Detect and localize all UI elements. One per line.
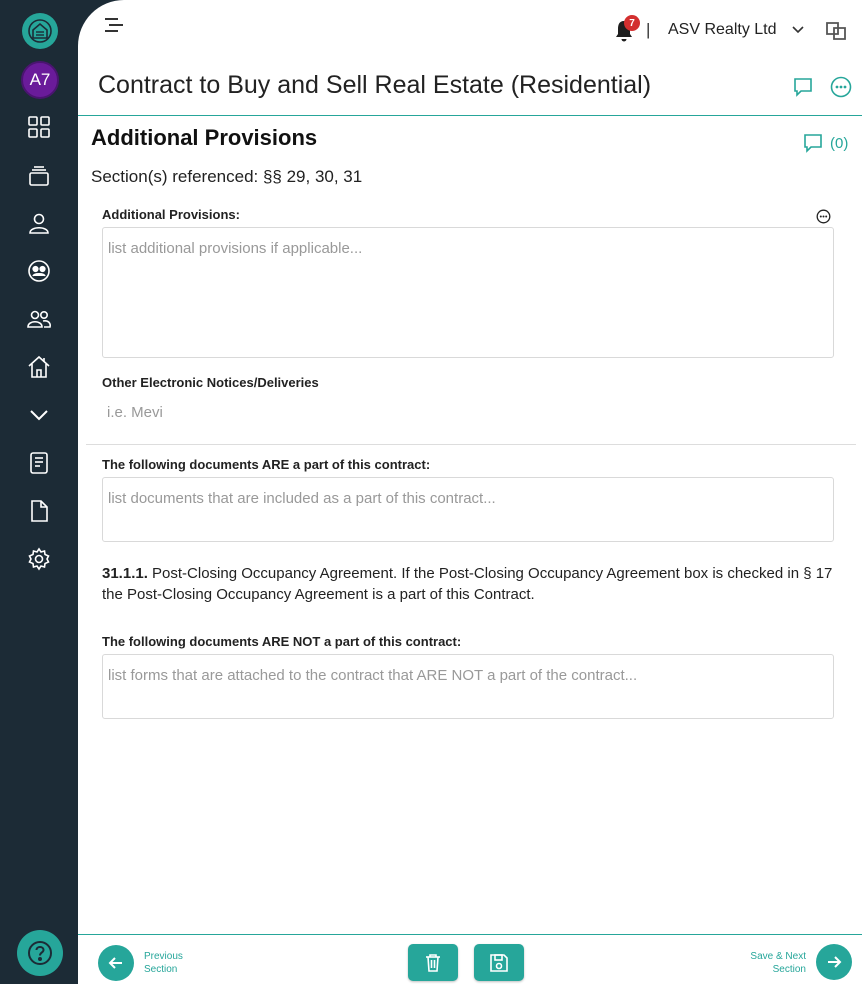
section-divider [86, 444, 856, 445]
chevron-down-icon[interactable] [25, 401, 53, 429]
people-icon[interactable] [25, 305, 53, 333]
comments-button[interactable]: (0) [802, 132, 848, 154]
documents-included-input[interactable]: list documents that are included as a pa… [102, 477, 834, 542]
documents-excluded-input[interactable]: list forms that are attached to the cont… [102, 654, 834, 719]
arrow-right-icon [828, 956, 842, 968]
chevron-down-icon[interactable] [790, 23, 806, 37]
comment-count: (0) [830, 134, 849, 152]
previous-label-line2: Section [144, 964, 178, 975]
save-next-label[interactable]: Save & Next Section [728, 950, 806, 976]
save-icon [490, 953, 508, 972]
user-icon[interactable] [25, 209, 53, 237]
clause-text: Post-Closing Occupancy Agreement. If the… [102, 565, 833, 603]
top-bar: 7 | ASV Realty Ltd [78, 0, 862, 62]
switch-account-icon[interactable] [824, 20, 848, 42]
section-reference: Section(s) referenced: §§ 29, 30, 31 [91, 167, 363, 186]
previous-section-button[interactable] [98, 945, 134, 981]
previous-section-label[interactable]: Previous Section [144, 950, 183, 976]
field-options-icon[interactable] [816, 209, 831, 224]
menu-toggle-icon[interactable] [102, 14, 126, 36]
footer-divider [78, 934, 862, 935]
main-panel: 7 | ASV Realty Ltd Contract to Buy and S… [78, 0, 862, 984]
sidebar: A7 [0, 0, 78, 984]
documents-included-label: The following documents ARE a part of th… [102, 457, 431, 472]
documents-excluded-label: The following documents ARE NOT a part o… [102, 634, 462, 649]
delete-button[interactable] [408, 944, 458, 981]
next-label-line1: Save & Next [750, 951, 806, 962]
gear-icon[interactable] [25, 545, 53, 573]
clause-paragraph: 31.1.1. Post-Closing Occupancy Agreement… [102, 563, 854, 605]
additional-provisions-input[interactable]: list additional provisions if applicable… [102, 227, 834, 358]
group-circle-icon[interactable] [25, 257, 53, 285]
section-title: Additional Provisions [91, 125, 318, 150]
save-next-button[interactable] [816, 944, 852, 980]
additional-provisions-label: Additional Provisions: [102, 207, 240, 222]
help-icon[interactable] [17, 930, 63, 976]
title-divider [78, 115, 862, 116]
home-icon[interactable] [25, 353, 53, 381]
dashboard-grid-icon[interactable] [25, 113, 53, 141]
arrow-left-icon [108, 957, 122, 969]
stack-icon[interactable] [25, 162, 53, 190]
file-icon[interactable] [25, 497, 53, 525]
avatar[interactable]: A7 [21, 61, 59, 99]
electronic-notices-input[interactable]: i.e. Mevi [107, 404, 163, 421]
previous-label-line1: Previous [144, 951, 183, 962]
header-separator: | [646, 20, 651, 39]
trash-icon [426, 953, 440, 972]
more-options-icon[interactable] [830, 76, 852, 98]
clause-number: 31.1.1. [102, 565, 148, 582]
next-label-line2: Section [772, 964, 806, 975]
home-logo-icon[interactable] [22, 13, 58, 49]
page-title: Contract to Buy and Sell Real Estate (Re… [98, 71, 652, 99]
comment-icon [804, 134, 822, 153]
electronic-notices-label: Other Electronic Notices/Deliveries [102, 375, 319, 390]
save-button[interactable] [474, 944, 524, 981]
notification-badge: 7 [624, 15, 640, 31]
document-list-icon[interactable] [25, 449, 53, 477]
company-name[interactable]: ASV Realty Ltd [668, 21, 777, 39]
chat-icon[interactable] [792, 76, 814, 98]
